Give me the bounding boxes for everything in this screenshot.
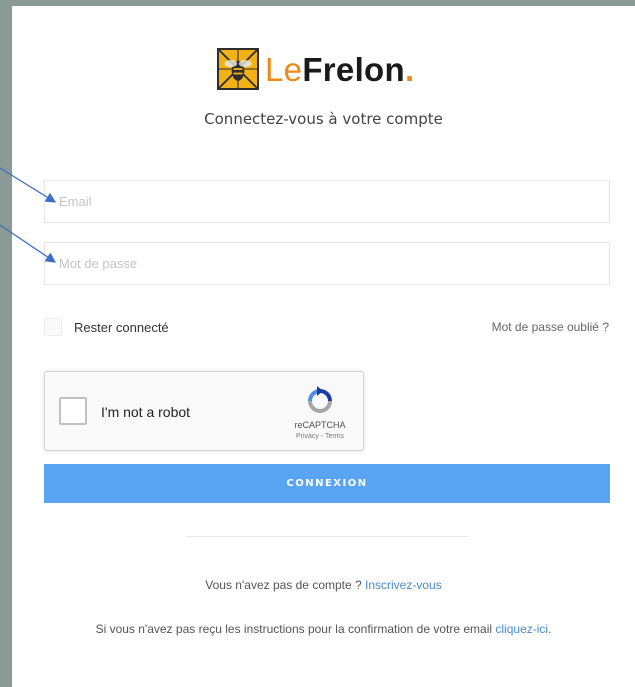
signup-text: Vous n'avez pas de compte ?: [205, 578, 366, 592]
divider: [186, 536, 468, 537]
brand-name: LeFrelon.: [265, 53, 414, 86]
remember-me-checkbox[interactable]: [44, 318, 62, 336]
recaptcha-checkbox[interactable]: [59, 397, 87, 425]
brand-logo: LeFrelon.: [217, 46, 414, 92]
recaptcha-logo-icon: [303, 386, 337, 416]
confirmation-prompt: Si vous n'avez pas reçu les instructions…: [12, 622, 635, 636]
signup-link[interactable]: Inscrivez-vous: [365, 578, 442, 592]
recaptcha-brand: reCAPTCHA: [294, 420, 346, 430]
confirm-end: .: [548, 622, 552, 636]
confirm-link[interactable]: cliquez-ici: [495, 622, 548, 636]
signup-prompt: Vous n'avez pas de compte ? Inscrivez-vo…: [12, 578, 635, 592]
recaptcha-label: I'm not a robot: [101, 404, 191, 420]
brand-name-main: Frelon: [302, 50, 405, 88]
remember-me-label: Rester connecté: [74, 319, 169, 335]
email-field[interactable]: [44, 180, 610, 223]
recaptcha-privacy-terms[interactable]: Privacy - Terms: [283, 433, 357, 440]
recaptcha-widget: I'm not a robot reCAPTCHA Privacy - Term…: [44, 371, 364, 451]
remember-me[interactable]: Rester connecté: [44, 318, 169, 336]
login-button[interactable]: CONNEXION: [44, 464, 610, 503]
forgot-password-link[interactable]: Mot de passe oublié ?: [492, 320, 609, 334]
page-subtitle: Connectez-vous à votre compte: [204, 110, 443, 128]
password-field[interactable]: [44, 242, 610, 285]
login-card: LeFrelon. Connectez-vous à votre compte …: [12, 6, 635, 687]
brand-name-prefix: Le: [265, 50, 303, 88]
brand-name-suffix: .: [404, 50, 415, 88]
confirm-text: Si vous n'avez pas reçu les instructions…: [95, 622, 496, 636]
hornet-logo-icon: [217, 48, 259, 90]
